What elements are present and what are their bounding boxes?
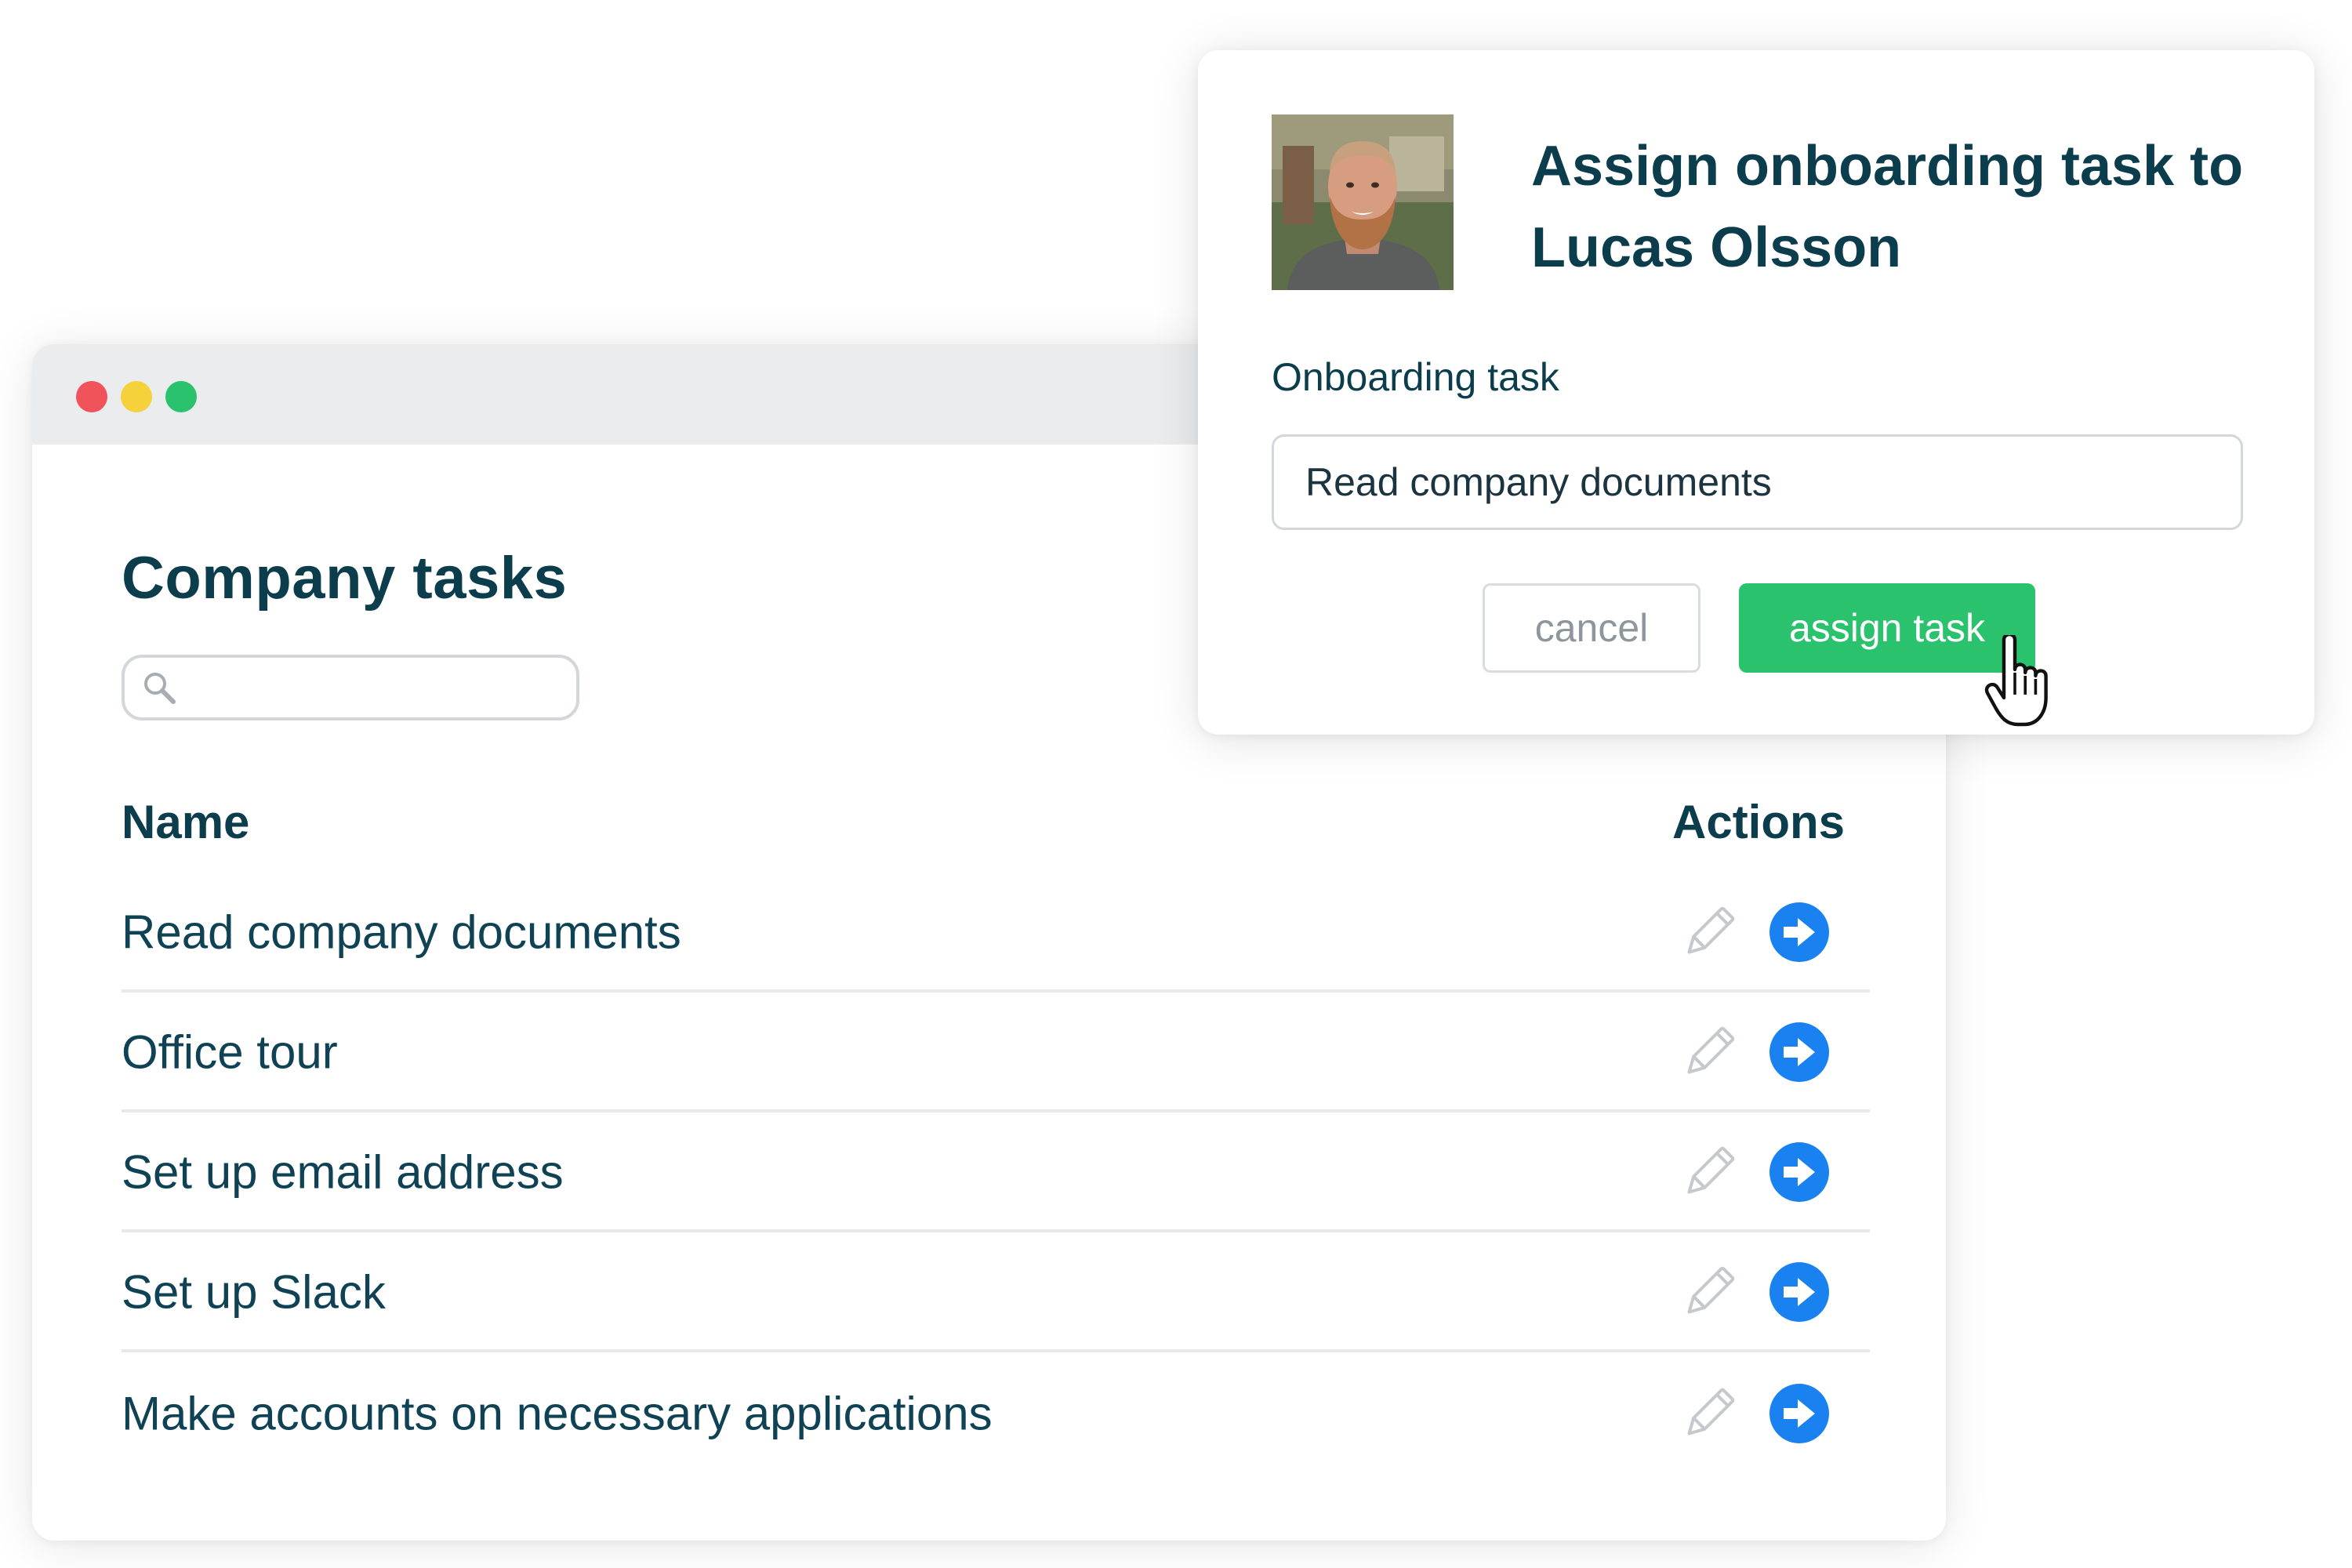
- task-name: Office tour: [122, 1025, 338, 1079]
- minimize-window-button[interactable]: [121, 381, 152, 412]
- task-name: Read company documents: [122, 906, 681, 959]
- onboarding-task-label: Onboarding task: [1272, 355, 1559, 399]
- cancel-button[interactable]: cancel: [1483, 583, 1700, 673]
- assign-arrow-icon[interactable]: [1768, 901, 1831, 964]
- table-row: Set up email address: [122, 1115, 1870, 1232]
- column-header-actions: Actions: [1672, 796, 1846, 848]
- search-box[interactable]: [122, 655, 579, 720]
- assign-arrow-icon[interactable]: [1768, 1021, 1831, 1083]
- avatar: [1272, 114, 1454, 290]
- table-row: Read company documents: [122, 875, 1870, 993]
- pointer-hand-icon: [1984, 635, 2048, 727]
- task-name: Set up email address: [122, 1145, 564, 1199]
- page-title: Company tasks: [122, 545, 568, 612]
- user-photo: [1272, 114, 1454, 290]
- edit-icon[interactable]: [1678, 1382, 1740, 1445]
- task-name: Set up Slack: [122, 1265, 386, 1319]
- edit-icon[interactable]: [1678, 1141, 1740, 1203]
- edit-icon[interactable]: [1678, 1021, 1740, 1083]
- search-icon: [144, 673, 176, 704]
- assign-arrow-icon[interactable]: [1768, 1141, 1831, 1203]
- column-header-name: Name: [122, 796, 250, 848]
- close-window-button[interactable]: [76, 381, 107, 412]
- table-row: Office tour: [122, 995, 1870, 1112]
- task-name: Make accounts on necessary applications: [122, 1387, 993, 1440]
- table-row: Set up Slack: [122, 1235, 1870, 1352]
- onboarding-task-field[interactable]: [1272, 434, 2243, 530]
- modal-title: Assign onboarding task to Lucas Olsson: [1531, 135, 2244, 279]
- assign-arrow-icon[interactable]: [1768, 1382, 1831, 1445]
- table-row: Make accounts on necessary applications: [122, 1355, 1870, 1472]
- assign-task-modal: Assign onboarding task to Lucas Olsson O…: [1198, 50, 2314, 735]
- search-input[interactable]: [189, 666, 565, 710]
- edit-icon[interactable]: [1678, 1261, 1740, 1323]
- edit-icon[interactable]: [1678, 901, 1740, 964]
- maximize-window-button[interactable]: [165, 381, 197, 412]
- assign-arrow-icon[interactable]: [1768, 1261, 1831, 1323]
